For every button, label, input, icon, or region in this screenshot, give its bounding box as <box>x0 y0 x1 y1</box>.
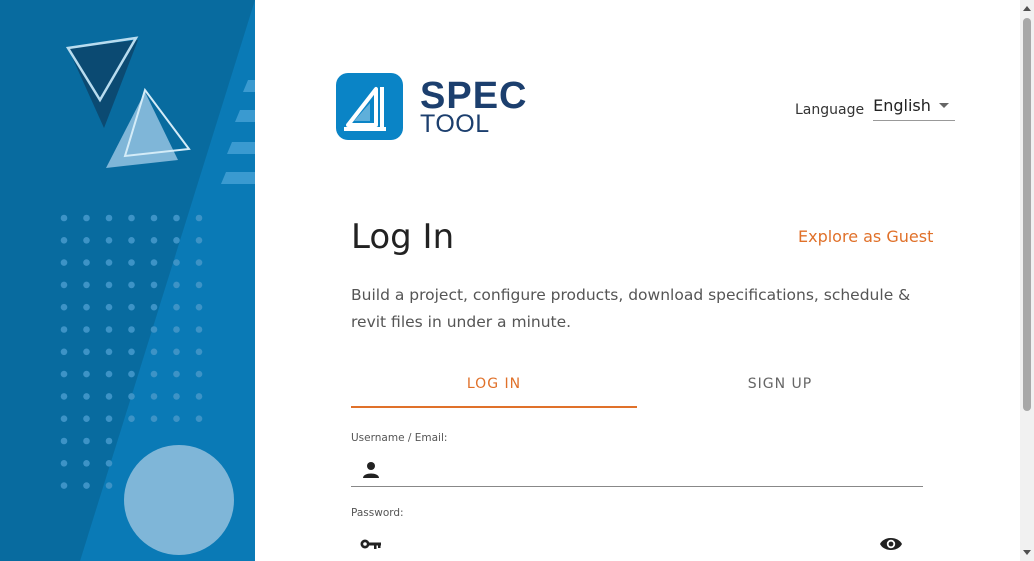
user-icon <box>360 459 382 481</box>
eye-icon[interactable] <box>879 532 903 556</box>
logo-mark-icon <box>336 73 403 140</box>
scrollbar-thumb[interactable] <box>1023 18 1031 411</box>
password-label: Password: <box>351 507 404 519</box>
password-field <box>351 527 923 561</box>
spec-tool-logo[interactable]: SPEC TOOL <box>336 73 527 140</box>
username-field <box>351 453 923 487</box>
language-label: Language <box>795 102 865 118</box>
language-selected-value: English <box>873 96 931 115</box>
scroll-down-icon[interactable] <box>1023 550 1031 555</box>
username-label: Username / Email: <box>351 432 448 444</box>
language-selector: Language English <box>795 96 956 121</box>
decorative-side-panel <box>0 0 255 561</box>
scroll-up-icon[interactable] <box>1023 6 1031 11</box>
page-title: Log In <box>351 217 455 257</box>
side-panel-graphic <box>60 0 255 561</box>
logo-text-spec: SPEC <box>420 74 528 117</box>
page-scrollbar[interactable] <box>1020 0 1034 561</box>
chevron-down-icon <box>939 103 950 108</box>
logo-wordmark: SPEC TOOL <box>420 77 527 137</box>
explore-as-guest-link[interactable]: Explore as Guest <box>798 227 933 246</box>
key-icon <box>360 533 382 555</box>
language-dropdown[interactable]: English <box>873 96 956 121</box>
password-input[interactable] <box>382 529 879 559</box>
auth-tabs: LOG IN SIGN UP <box>351 370 923 408</box>
page-description: Build a project, configure products, dow… <box>351 286 911 331</box>
username-input[interactable] <box>382 454 923 485</box>
tab-log-in[interactable]: LOG IN <box>351 370 637 408</box>
tab-sign-up[interactable]: SIGN UP <box>637 370 923 408</box>
